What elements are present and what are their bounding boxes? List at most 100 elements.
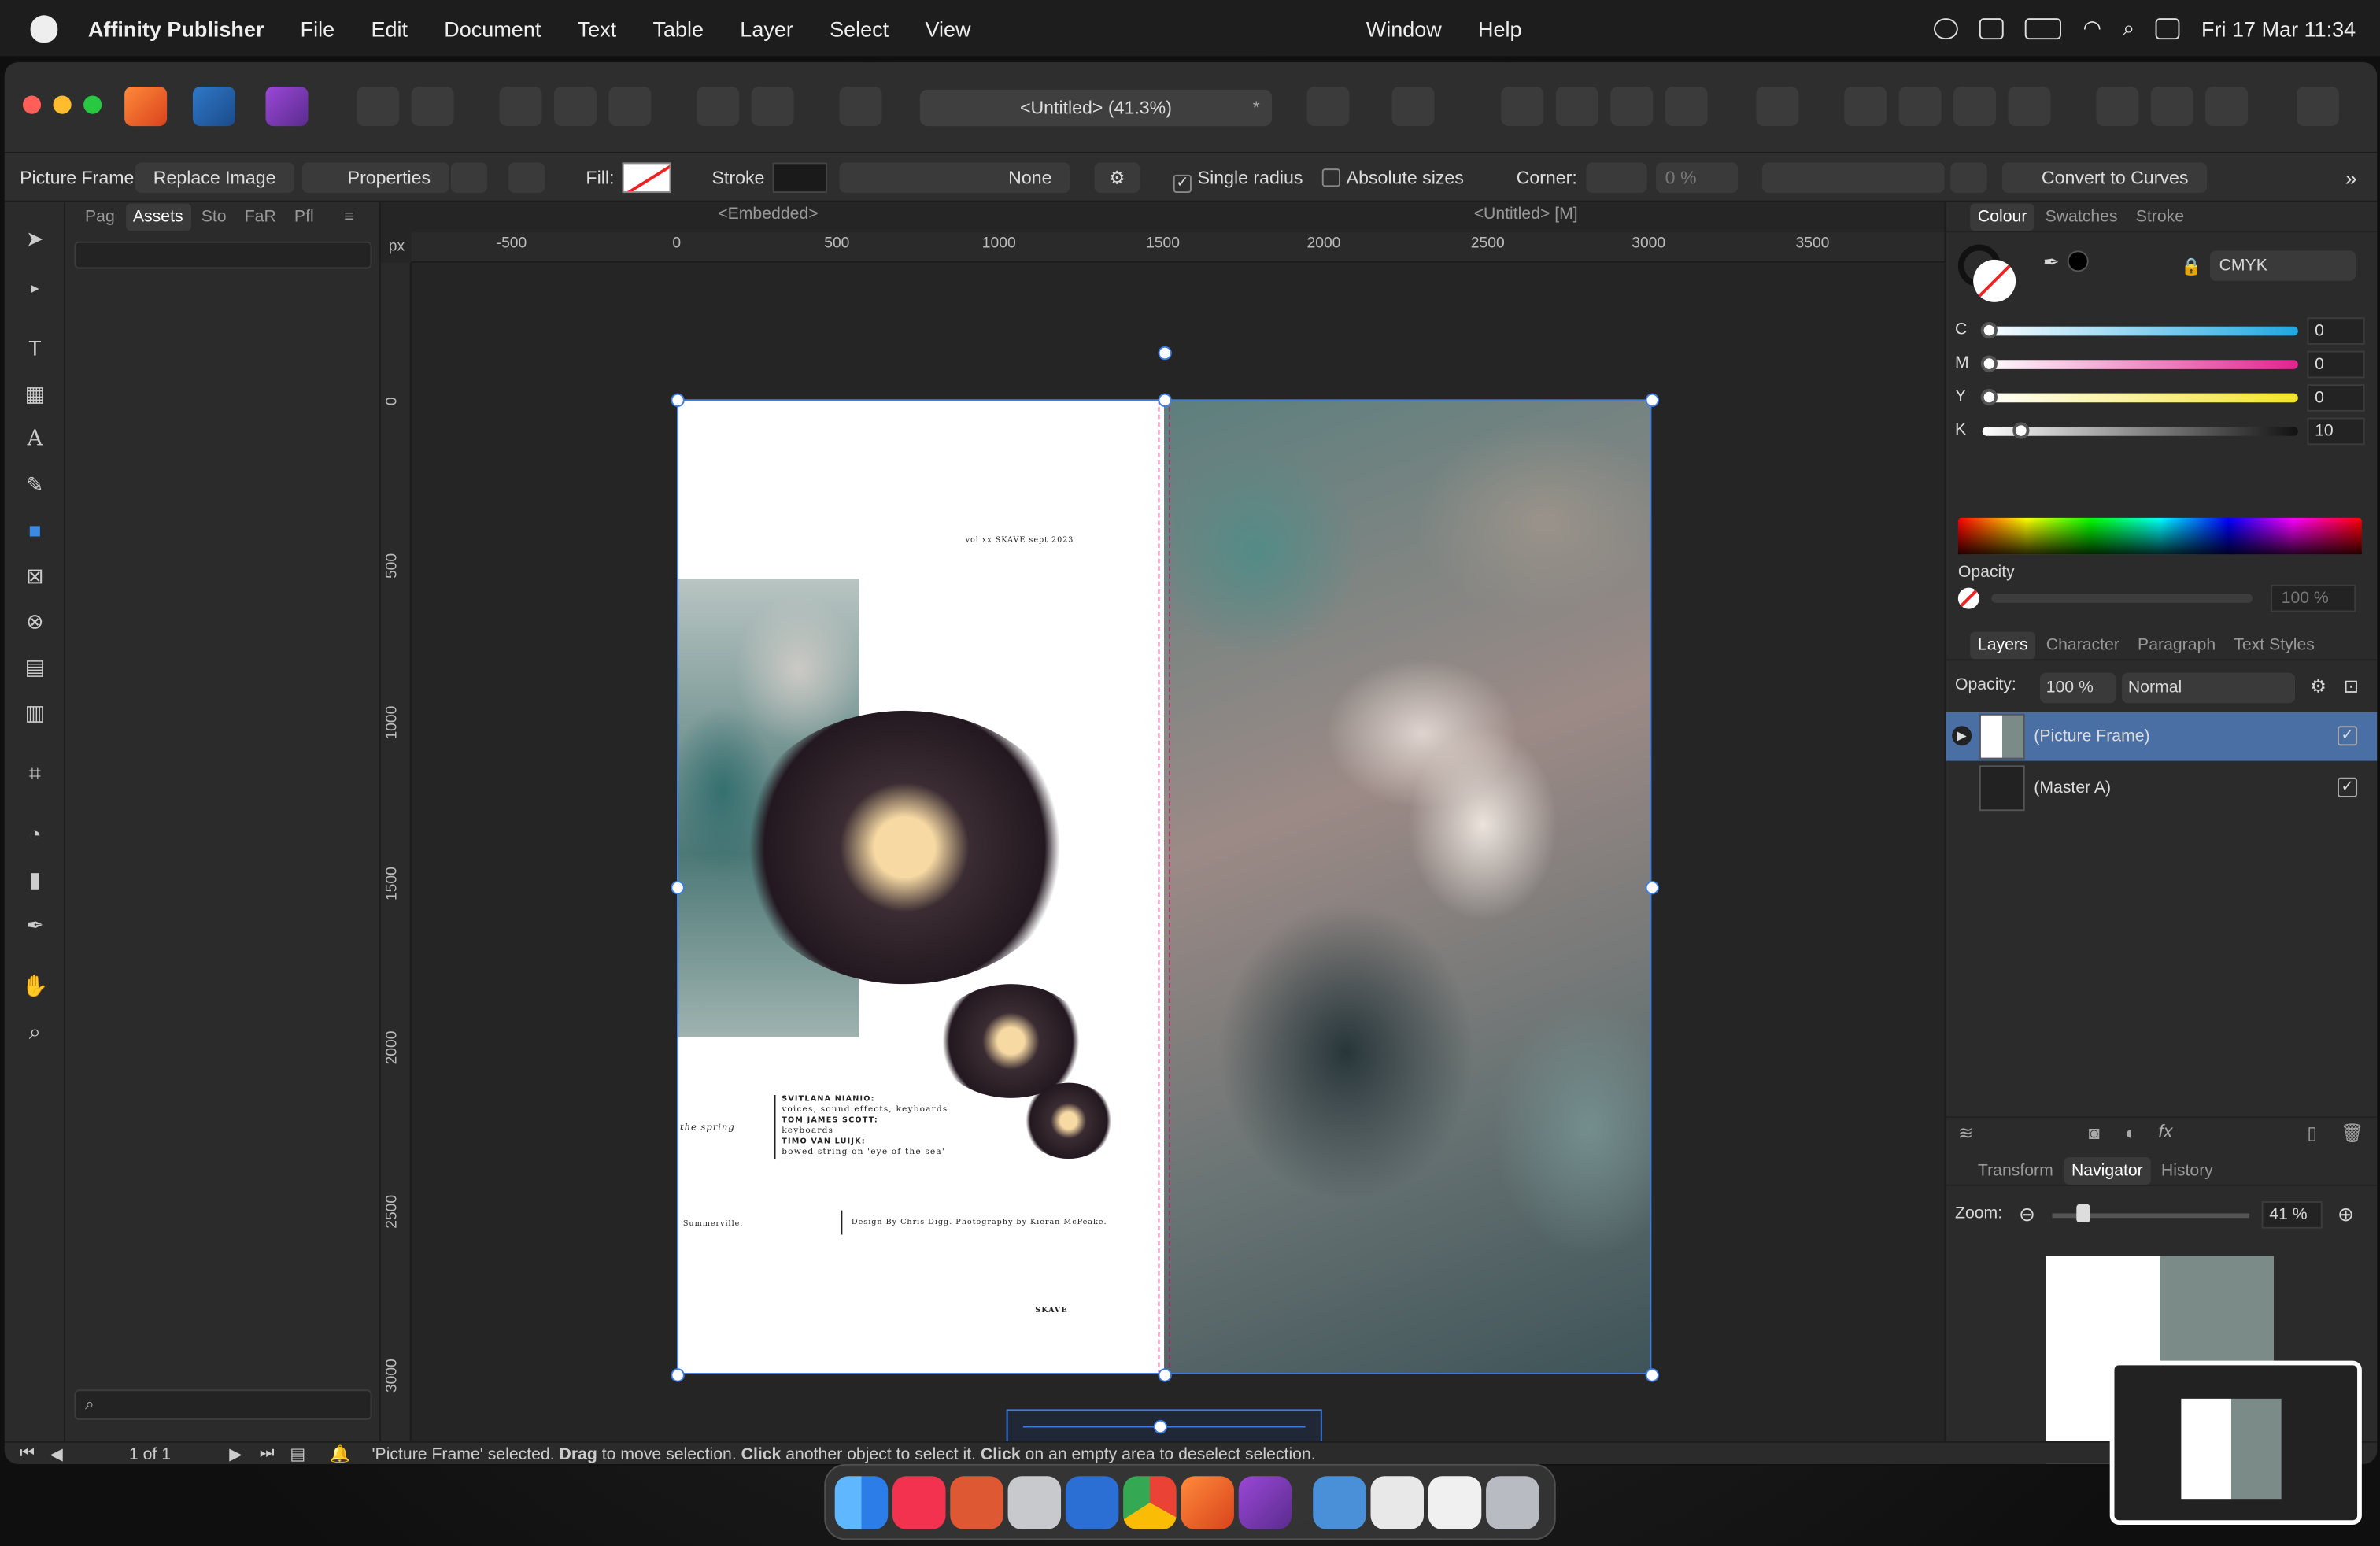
screen-record-icon[interactable]	[1934, 17, 1959, 39]
fill-stroke-well[interactable]	[1957, 244, 2019, 305]
image-scale-slider[interactable]	[1006, 1409, 1322, 1441]
arrange-forward-icon[interactable]	[1555, 86, 1598, 127]
duckduckgo-icon[interactable]	[950, 1475, 1003, 1529]
menu-file[interactable]: File	[301, 16, 335, 40]
snapping-magnet-icon[interactable]	[1391, 86, 1435, 127]
selection-box[interactable]	[677, 399, 1652, 1374]
blend-mode-dropdown[interactable]: Normal	[2122, 672, 2295, 704]
tab-paragraph[interactable]: Paragraph	[2130, 631, 2223, 659]
zoom-window-button[interactable]	[83, 95, 102, 114]
slider-y-value[interactable]: 0	[2307, 384, 2365, 412]
tab-assets[interactable]: Assets	[125, 203, 191, 231]
search-icon[interactable]: ⌕	[2123, 15, 2134, 41]
apple-icon[interactable]	[30, 14, 58, 43]
zoom-value[interactable]: 41 %	[2261, 1201, 2323, 1229]
slider-knob[interactable]	[1980, 322, 1998, 339]
designer-persona-icon[interactable]	[265, 86, 309, 127]
publisher-persona-icon[interactable]	[124, 86, 168, 127]
document-title-field[interactable]: <Untitled> (41.3%) *	[919, 89, 1273, 127]
finder-icon[interactable]	[834, 1475, 889, 1529]
picture-frame-rect-tool-icon[interactable]: ⊠	[20, 560, 50, 591]
gear-icon[interactable]: ⚙	[2310, 676, 2326, 697]
snapping-icon[interactable]	[411, 86, 454, 127]
rotate-left-icon[interactable]	[1953, 86, 1997, 127]
layer-row-master-a[interactable]: (Master A) ✓	[1946, 764, 2377, 812]
fx-icon[interactable]: fx	[2158, 1121, 2172, 1142]
slider-k-value[interactable]: 10	[2307, 417, 2365, 446]
fill-swatch[interactable]	[622, 162, 671, 194]
menu-edit[interactable]: Edit	[371, 16, 408, 40]
pages-icon[interactable]: ▤	[290, 1444, 305, 1464]
handle-top-left[interactable]	[671, 393, 685, 408]
arrange-front-icon[interactable]	[1501, 86, 1544, 127]
layer-visibility-checkbox[interactable]: ✓	[2337, 777, 2358, 797]
tab-pages[interactable]: Pag	[77, 204, 122, 231]
next-page-icon[interactable]: ▶	[229, 1444, 242, 1464]
color-model-dropdown[interactable]: CMYK	[2209, 250, 2356, 281]
flip-horizontal-icon[interactable]	[1844, 86, 1887, 127]
anchor-icon[interactable]	[751, 86, 794, 127]
fill-tool-icon[interactable]: ◔	[20, 819, 50, 849]
stroke-swatch[interactable]	[772, 162, 828, 194]
canvas-area[interactable]: <Embedded> <Untitled> [M] px -500 0 500 …	[381, 202, 1945, 1441]
menu-select[interactable]: Select	[830, 16, 889, 40]
battery-icon[interactable]	[2025, 17, 2062, 39]
align-icon[interactable]	[1756, 86, 1799, 127]
downloads-stack-icon[interactable]	[1428, 1475, 1482, 1529]
opacity-value[interactable]: 100 %	[2271, 584, 2356, 612]
lock-icon[interactable]: ⊡	[2344, 676, 2359, 697]
photo-persona-icon[interactable]	[192, 86, 235, 127]
zoom-tool-icon[interactable]: ⌕	[20, 1016, 50, 1047]
stroke-style-dropdown[interactable]: None	[839, 162, 1070, 194]
artistic-text-tool-icon[interactable]: A	[20, 423, 50, 454]
gear-icon[interactable]: ⚙	[1094, 162, 1140, 194]
overflow-chevron-icon[interactable]: »	[2345, 162, 2357, 193]
view-mode-normal-icon[interactable]	[499, 86, 542, 127]
transform-origin-icons[interactable]	[1762, 162, 1945, 194]
slider-track[interactable]	[1982, 326, 2298, 336]
boolean-add-icon[interactable]	[2096, 86, 2139, 127]
zoom-slider-knob[interactable]	[2076, 1204, 2090, 1223]
adjustment-icon[interactable]: ◐	[2125, 1123, 2136, 1144]
move-tool-icon[interactable]: ➤	[20, 224, 50, 254]
first-page-icon[interactable]: ⏮	[20, 1444, 35, 1464]
handle-top-center[interactable]	[1158, 393, 1172, 408]
frame-scale-icon[interactable]	[508, 162, 545, 194]
frame-text-tool-icon[interactable]: T	[20, 333, 50, 364]
panel-menu-icon[interactable]: ≡	[337, 204, 362, 231]
notification-bell-icon[interactable]: 🔔	[329, 1444, 349, 1464]
layer-opacity-field[interactable]: 100 %	[2039, 672, 2116, 704]
boolean-intersect-icon[interactable]	[2205, 86, 2249, 127]
pen-tool-icon[interactable]: ✎	[20, 469, 50, 500]
disk-utility-icon[interactable]	[1007, 1475, 1062, 1529]
tab-stroke[interactable]: Stroke	[2128, 203, 2192, 231]
close-window-button[interactable]	[22, 95, 42, 114]
convert-to-curves-button[interactable]: Convert to Curves	[2001, 162, 2207, 194]
handle-bottom-center[interactable]	[1158, 1368, 1172, 1382]
menu-document[interactable]: Document	[444, 16, 541, 40]
tab-history[interactable]: History	[2153, 1156, 2220, 1184]
trash-icon[interactable]: 🗑	[2341, 1123, 2363, 1144]
tab-find-replace[interactable]: FaR	[237, 204, 283, 231]
handle-top-right[interactable]	[1645, 393, 1659, 408]
slider-c[interactable]: C0	[1955, 317, 2365, 345]
layers-stack-icon[interactable]: ≋	[1958, 1123, 1973, 1144]
image-scale-knob[interactable]	[1153, 1419, 1168, 1434]
screen-mirror-icon[interactable]	[1979, 17, 2005, 39]
control-center-icon[interactable]	[2156, 17, 2181, 39]
app-menu[interactable]: Affinity Publisher	[88, 16, 264, 40]
slider-track[interactable]	[1982, 360, 2298, 369]
picture-frame-ellipse-tool-icon[interactable]: ⊗	[20, 606, 50, 637]
corner-type-dropdown[interactable]	[1586, 162, 1647, 194]
arrange-backward-icon[interactable]	[1610, 86, 1654, 127]
single-radius-checkbox[interactable]: ✓ Single radius	[1173, 162, 1303, 194]
view-mode-preview-icon[interactable]	[608, 86, 652, 127]
page-indicator[interactable]: 1 of 1	[129, 1446, 171, 1464]
account-icon[interactable]	[2296, 86, 2339, 127]
expand-arrow-icon[interactable]: ▶	[1952, 726, 1972, 746]
slider-track[interactable]	[1982, 427, 2298, 436]
slider-track[interactable]	[1982, 393, 2298, 403]
preview-eye-icon[interactable]	[839, 86, 882, 127]
music-icon[interactable]	[892, 1475, 946, 1529]
assets-category-select[interactable]	[74, 241, 372, 269]
